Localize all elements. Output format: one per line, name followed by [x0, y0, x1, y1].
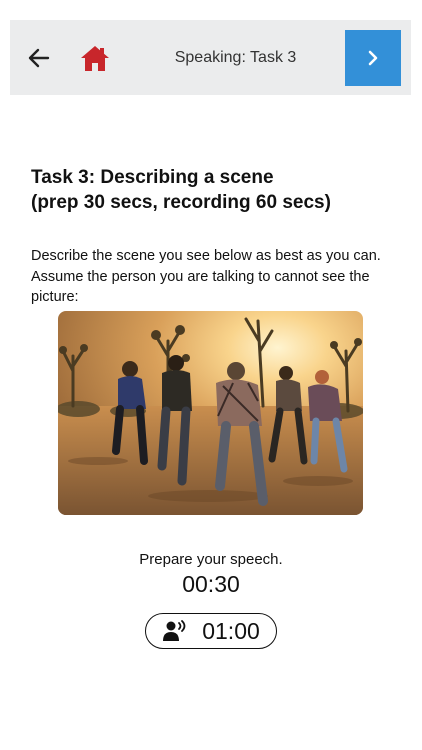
task-title-line-1: Task 3: Describing a scene	[31, 167, 274, 188]
home-icon	[81, 46, 109, 71]
prepare-label: Prepare your speech.	[139, 551, 283, 568]
chevron-right-icon	[368, 50, 378, 66]
task-title-line-2: (prep 30 secs, recording 60 secs)	[31, 192, 331, 213]
next-button[interactable]	[345, 30, 401, 86]
home-button[interactable]	[80, 44, 110, 72]
top-navigation-bar: Speaking: Task 3	[10, 20, 411, 95]
back-button[interactable]	[26, 45, 52, 71]
task-instructions: Describe the scene you see below as best…	[31, 248, 381, 305]
page-title: Speaking: Task 3	[174, 49, 297, 66]
recording-time: 01:00	[202, 617, 260, 644]
prep-countdown: 00:30	[182, 571, 240, 597]
speaking-person-icon	[163, 620, 186, 641]
desert-runners-illustration	[58, 311, 363, 515]
task-heading: Task 3: Describing a scene (prep 30 secs…	[31, 165, 401, 215]
arrow-left-icon	[28, 48, 50, 68]
recording-duration-badge: 01:00	[145, 613, 277, 649]
scene-image	[58, 311, 363, 515]
